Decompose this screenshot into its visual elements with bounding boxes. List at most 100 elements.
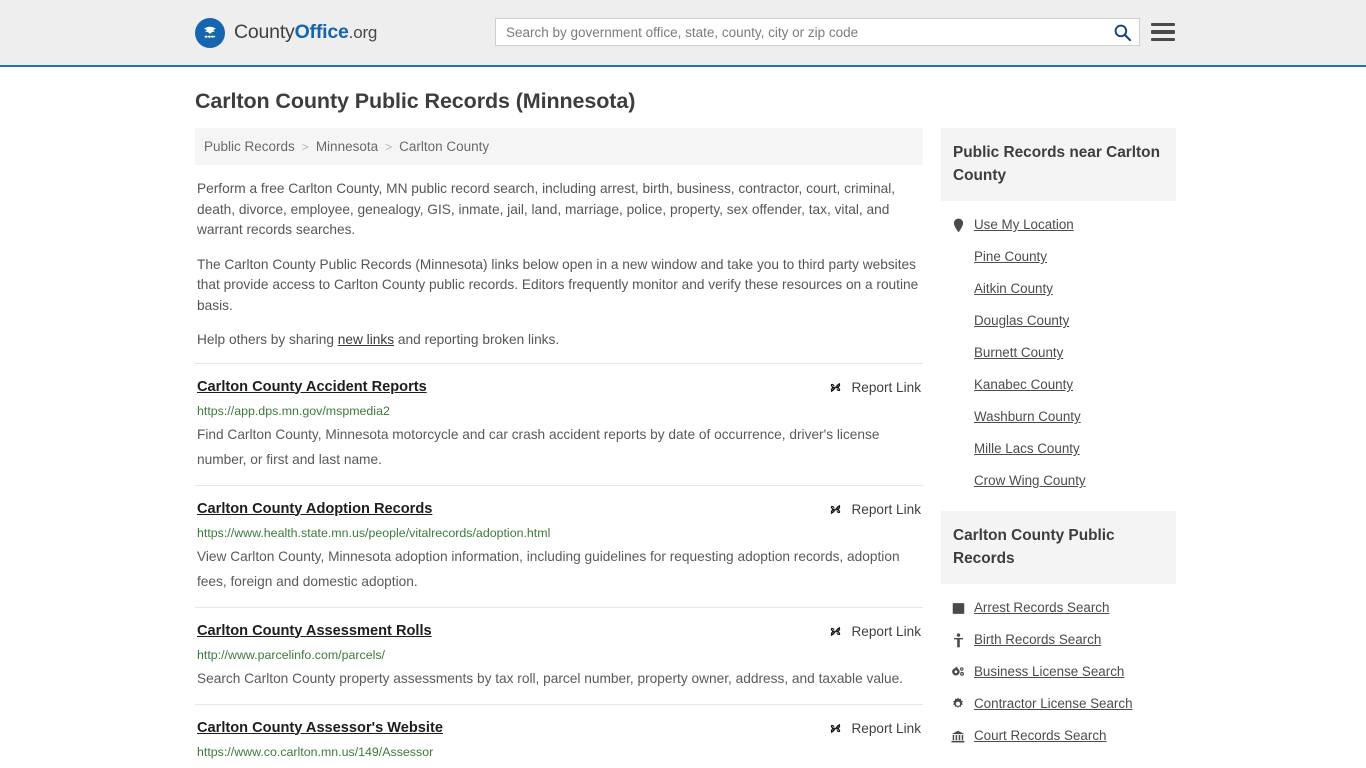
no-icon-spacer [951, 410, 965, 425]
nearby-county-item[interactable]: Mille Lacs County [951, 433, 1176, 465]
record-url[interactable]: https://app.dps.mn.gov/mspmedia2 [197, 403, 921, 419]
breadcrumb-item[interactable]: Minnesota [316, 139, 378, 154]
sidebar-card-public-records: Carlton County Public Records Arrest Rec… [941, 511, 1176, 752]
site-header: CountyOffice.org [0, 0, 1366, 67]
record-search-link[interactable]: Birth Records Search [974, 631, 1101, 649]
record-url[interactable]: http://www.parcelinfo.com/parcels/ [197, 647, 921, 663]
record-title-link[interactable]: Carlton County Adoption Records [197, 500, 432, 519]
nearby-county-link[interactable]: Burnett County [974, 344, 1063, 362]
nearby-county-link[interactable]: Kanabec County [974, 376, 1073, 394]
record-search-item[interactable]: Court Records Search [951, 720, 1176, 752]
records-search-list: Arrest Records Search Birth Records Searc… [941, 584, 1176, 752]
courthouse-icon [951, 730, 965, 742]
nearby-county-item[interactable]: Douglas County [951, 305, 1176, 337]
brand-office: Office [294, 21, 349, 43]
breadcrumb-separator: > [301, 139, 309, 154]
nearby-county-item[interactable]: Pine County [951, 241, 1176, 273]
eagle-seal-icon [195, 17, 225, 48]
record-description: Search Carlton County property assessmen… [197, 670, 904, 686]
no-icon-spacer [951, 314, 965, 329]
record-list: Carlton County Accident Reports Report Li… [195, 362, 923, 768]
record-header: Carlton County Accident Reports Report Li… [197, 378, 921, 397]
brand-org: .org [348, 23, 378, 42]
sidebar-card-near-counties: Public Records near Carlton County Use M… [941, 128, 1176, 497]
record-search-link[interactable]: Business License Search [974, 663, 1124, 681]
breadcrumb-item[interactable]: Public Records [204, 139, 295, 154]
search-input[interactable] [496, 19, 1105, 45]
search-button[interactable] [1105, 19, 1139, 45]
nearby-county-link[interactable]: Pine County [974, 248, 1047, 266]
nearby-county-item[interactable]: Use My Location [951, 209, 1176, 241]
report-link-label: Report Link [851, 379, 921, 395]
courthouse-icon [951, 729, 965, 744]
record-search-link[interactable]: Arrest Records Search [974, 599, 1109, 617]
nearby-county-item[interactable]: Washburn County [951, 401, 1176, 433]
search-icon [1114, 24, 1131, 41]
nearby-county-item[interactable]: Crow Wing County [951, 465, 1176, 497]
report-link-label: Report Link [851, 501, 921, 517]
record-url[interactable]: https://www.co.carlton.mn.us/149/Assesso… [197, 744, 921, 760]
hamburger-menu-icon[interactable] [1151, 20, 1175, 44]
gear-icon [953, 697, 963, 709]
report-link-button[interactable]: Report Link [827, 500, 921, 518]
intro-section: Perform a free Carlton County, MN public… [195, 165, 923, 351]
cogs-icon [952, 666, 964, 676]
record-header: Carlton County Assessor's Website Report … [197, 719, 921, 738]
record-description: Visit the Carlton County Assessor's webs… [197, 763, 921, 768]
breadcrumb-item[interactable]: Carlton County [399, 139, 489, 154]
nearby-county-link[interactable]: Mille Lacs County [974, 440, 1080, 458]
record-item: Carlton County Adoption Records Report Li… [195, 484, 923, 607]
no-icon-spacer [951, 346, 965, 361]
record-search-link[interactable]: Court Records Search [974, 727, 1106, 745]
breadcrumb-separator: > [385, 139, 393, 154]
no-icon-spacer [951, 474, 965, 489]
record-title-link[interactable]: Carlton County Accident Reports [197, 378, 427, 397]
record-header: Carlton County Adoption Records Report Li… [197, 500, 921, 519]
sidebar-records-title: Carlton County Public Records [941, 511, 1176, 584]
nearby-county-link[interactable]: Douglas County [974, 312, 1069, 330]
record-search-item[interactable]: Birth Records Search [951, 624, 1176, 656]
report-link-label: Report Link [851, 623, 921, 639]
record-title-link[interactable]: Carlton County Assessment Rolls [197, 622, 432, 641]
search-bar[interactable] [495, 18, 1140, 46]
nearby-county-link[interactable]: Use My Location [974, 216, 1074, 234]
record-item: Carlton County Accident Reports Report Li… [195, 362, 923, 485]
record-search-item[interactable]: Arrest Records Search [951, 592, 1176, 624]
report-link-label: Report Link [851, 720, 921, 736]
site-brand-text: CountyOffice.org [234, 21, 377, 44]
report-link-button[interactable]: Report Link [827, 719, 921, 737]
no-icon-spacer [951, 250, 965, 265]
no-icon-spacer [951, 378, 965, 393]
intro-paragraph-1: Perform a free Carlton County, MN public… [197, 181, 896, 237]
site-logo-link[interactable]: CountyOffice.org [195, 17, 377, 48]
hamburger-bar [1151, 37, 1175, 42]
help-prefix: Help others by sharing [197, 332, 338, 347]
page-body: Carlton County Public Records (Minnesota… [0, 67, 1366, 768]
record-search-link[interactable]: Contractor License Search [974, 695, 1133, 713]
nearby-county-item[interactable]: Aitkin County [951, 273, 1176, 305]
record-url[interactable]: https://www.health.state.mn.us/people/vi… [197, 525, 921, 541]
jail-square-icon [952, 602, 964, 614]
cogs-icon [951, 665, 965, 680]
record-search-item[interactable]: Business License Search [951, 656, 1176, 688]
report-link-button[interactable]: Report Link [827, 622, 921, 640]
record-header: Carlton County Assessment Rolls Report Li… [197, 622, 921, 641]
report-link-button[interactable]: Report Link [827, 378, 921, 396]
content-columns: Public Records > Minnesota > Carlton County … [0, 128, 1366, 768]
record-title-link[interactable]: Carlton County Assessor's Website [197, 719, 443, 738]
page-title: Carlton County Public Records (Minnesota… [195, 89, 636, 113]
new-links-link[interactable]: new links [338, 332, 394, 347]
nearby-county-item[interactable]: Kanabec County [951, 369, 1176, 401]
record-search-item[interactable]: Contractor License Search [951, 688, 1176, 720]
nearby-county-link[interactable]: Washburn County [974, 408, 1081, 426]
help-suffix: and reporting broken links. [394, 332, 560, 347]
record-description: View Carlton County, Minnesota adoption … [197, 548, 900, 589]
sidebar: Public Records near Carlton County Use M… [941, 128, 1176, 766]
broken-link-icon [831, 723, 841, 733]
nearby-county-link[interactable]: Crow Wing County [974, 472, 1086, 490]
no-icon-spacer [951, 442, 965, 457]
map-pin-icon [953, 218, 963, 232]
nearby-county-link[interactable]: Aitkin County [974, 280, 1053, 298]
nearby-counties-list: Use My Location Pine County Aitkin County D… [941, 201, 1176, 497]
nearby-county-item[interactable]: Burnett County [951, 337, 1176, 369]
